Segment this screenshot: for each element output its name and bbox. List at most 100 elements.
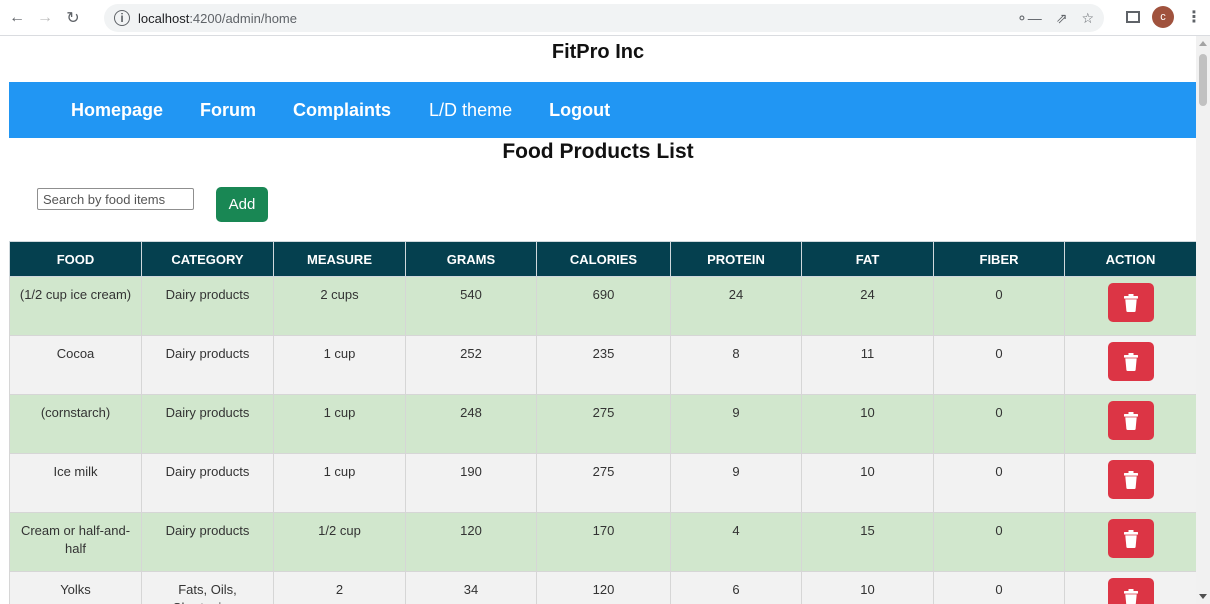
cell-action	[1064, 335, 1196, 395]
nav-homepage[interactable]: Homepage	[71, 100, 163, 121]
cell-action	[1064, 394, 1196, 454]
cell-food: Yolks	[9, 571, 142, 604]
cell-measure: 2 cups	[273, 276, 406, 336]
back-arrow-icon[interactable]: ←	[6, 7, 28, 29]
address-bar[interactable]: i localhost:4200/admin/home ⚬― ⇗ ☆	[104, 4, 1104, 32]
browser-menu-icon[interactable]: ⋮	[1186, 7, 1202, 27]
cell-category: Dairy products	[141, 276, 274, 336]
cell-food: Cocoa	[9, 335, 142, 395]
column-header-fat: FAT	[801, 241, 934, 277]
cell-fiber: 0	[933, 571, 1065, 604]
cell-grams: 120	[405, 512, 537, 572]
cell-category: Dairy products	[141, 394, 274, 454]
cell-action	[1064, 453, 1196, 513]
cell-fiber: 0	[933, 276, 1065, 336]
cell-food: Cream or half-and-half	[9, 512, 142, 572]
cell-food: (1/2 cup ice cream)	[9, 276, 142, 336]
cell-grams: 190	[405, 453, 537, 513]
cell-fat: 10	[801, 571, 934, 604]
cell-protein: 9	[670, 394, 802, 454]
cell-protein: 4	[670, 512, 802, 572]
cell-fat: 10	[801, 453, 934, 513]
column-header-calories: CALORIES	[536, 241, 671, 277]
cell-fiber: 0	[933, 394, 1065, 454]
page-content: FitPro Inc Homepage Forum Complaints L/D…	[0, 36, 1196, 604]
trash-icon	[1123, 411, 1138, 430]
site-info-icon[interactable]: i	[114, 10, 130, 26]
cell-action	[1064, 571, 1196, 604]
trash-icon	[1123, 470, 1138, 489]
trash-icon	[1123, 588, 1138, 604]
search-input[interactable]	[37, 188, 194, 210]
cell-category: Dairy products	[141, 453, 274, 513]
column-header-grams: GRAMS	[405, 241, 537, 277]
page-scrollbar[interactable]	[1196, 36, 1210, 604]
nav-logout[interactable]: Logout	[549, 100, 610, 121]
cell-grams: 248	[405, 394, 537, 454]
forward-arrow-icon[interactable]: →	[34, 7, 56, 29]
cell-calories: 275	[536, 453, 671, 513]
table-row: Ice milk Dairy products 1 cup 190 275 9 10 0	[9, 453, 1196, 513]
add-button[interactable]: Add	[216, 187, 268, 222]
delete-button[interactable]	[1107, 519, 1154, 558]
delete-button[interactable]	[1107, 401, 1154, 440]
browser-toolbar: ← → ↻ i localhost:4200/admin/home ⚬― ⇗ ☆…	[0, 0, 1210, 36]
cell-grams: 34	[405, 571, 537, 604]
cell-grams: 540	[405, 276, 537, 336]
cell-fat: 10	[801, 394, 934, 454]
food-table: FOOD CATEGORY MEASURE GRAMS CALORIES PRO…	[9, 241, 1196, 604]
share-icon[interactable]: ⇗	[1056, 10, 1068, 27]
nav-forum[interactable]: Forum	[200, 100, 256, 121]
cell-calories: 275	[536, 394, 671, 454]
cell-food: (cornstarch)	[9, 394, 142, 454]
cell-action	[1064, 276, 1196, 336]
cell-calories: 170	[536, 512, 671, 572]
delete-button[interactable]	[1107, 342, 1154, 381]
bookmark-star-icon[interactable]: ☆	[1081, 10, 1094, 27]
cell-protein: 8	[670, 335, 802, 395]
cell-measure: 1/2 cup	[273, 512, 406, 572]
cell-category: Fats, Oils, Shortenings	[141, 571, 274, 604]
table-body: (1/2 cup ice cream) Dairy products 2 cups 5…	[9, 276, 1196, 604]
cell-fat: 24	[801, 276, 934, 336]
delete-button[interactable]	[1107, 283, 1154, 322]
cell-protein: 6	[670, 571, 802, 604]
column-header-measure: MEASURE	[273, 241, 406, 277]
key-icon[interactable]: ⚬―	[1016, 10, 1042, 27]
reload-icon[interactable]: ↻	[62, 7, 84, 29]
cell-measure: 2	[273, 571, 406, 604]
cell-calories: 235	[536, 335, 671, 395]
profile-avatar[interactable]: c	[1152, 6, 1174, 28]
cell-fat: 11	[801, 335, 934, 395]
table-row: (cornstarch) Dairy products 1 cup 248 275 9 10…	[9, 394, 1196, 454]
cell-fat: 15	[801, 512, 934, 572]
trash-icon	[1123, 352, 1138, 371]
cell-protein: 24	[670, 276, 802, 336]
scroll-down-arrow-icon[interactable]	[1199, 594, 1207, 599]
column-header-category: CATEGORY	[141, 241, 274, 277]
scroll-up-arrow-icon[interactable]	[1199, 41, 1207, 46]
cell-protein: 9	[670, 453, 802, 513]
nav-theme-toggle[interactable]: L/D theme	[429, 100, 512, 121]
cell-category: Dairy products	[141, 335, 274, 395]
scrollbar-thumb[interactable]	[1199, 54, 1207, 106]
delete-button[interactable]	[1107, 578, 1154, 604]
cell-fiber: 0	[933, 453, 1065, 513]
nav-complaints[interactable]: Complaints	[293, 100, 391, 121]
trash-icon	[1123, 293, 1138, 312]
column-header-action: ACTION	[1064, 241, 1196, 277]
table-row: (1/2 cup ice cream) Dairy products 2 cups 5…	[9, 276, 1196, 336]
cell-calories: 120	[536, 571, 671, 604]
site-title: FitPro Inc	[551, 41, 645, 63]
url-text[interactable]: localhost:4200/admin/home	[138, 11, 297, 26]
cell-action	[1064, 512, 1196, 572]
cell-grams: 252	[405, 335, 537, 395]
main-navbar: Homepage Forum Complaints L/D theme Logo…	[9, 82, 1196, 138]
table-row: Cream or half-and-half Dairy products 1/2 …	[9, 512, 1196, 572]
side-panel-icon[interactable]	[1126, 11, 1140, 23]
column-header-protein: PROTEIN	[670, 241, 802, 277]
delete-button[interactable]	[1107, 460, 1154, 499]
page-title: Food Products List	[502, 140, 694, 163]
cell-fiber: 0	[933, 335, 1065, 395]
cell-measure: 1 cup	[273, 335, 406, 395]
